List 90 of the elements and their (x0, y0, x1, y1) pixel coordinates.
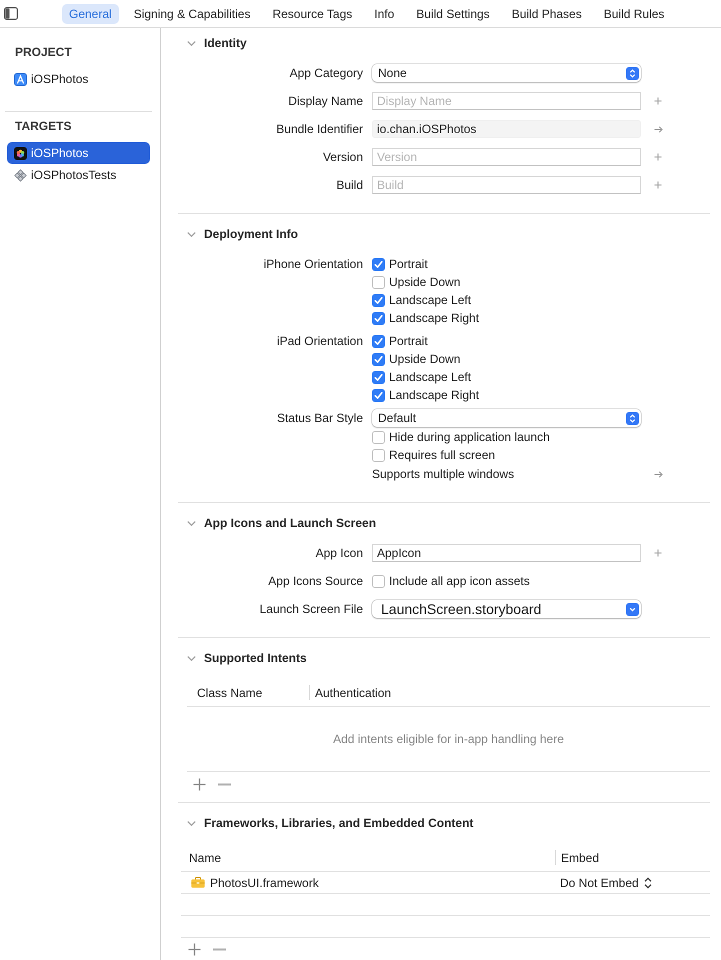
field-label: App Icons Source (268, 574, 363, 588)
toolbox-icon (191, 877, 205, 888)
up-down-chevron-icon (644, 876, 652, 888)
column-header[interactable]: Authentication (315, 686, 392, 700)
checkbox-label: Upside Down (389, 352, 460, 366)
checkbox[interactable] (372, 430, 385, 444)
checkbox[interactable] (372, 370, 385, 384)
checkbox-label: Landscape Right (389, 311, 480, 325)
field-label: Build (336, 178, 363, 192)
minus-icon[interactable] (218, 782, 231, 786)
sidebar-item[interactable]: iOSPhotos (7, 142, 150, 164)
field-label: Status Bar Style (276, 411, 363, 425)
tab[interactable]: Resource Tags (265, 4, 360, 24)
checkbox-label: Upside Down (389, 275, 460, 289)
field-label: iPad Orientation (276, 334, 363, 348)
up-down-chevron-icon (626, 412, 639, 424)
flower-tile-icon (14, 146, 27, 160)
chevron-down-icon[interactable] (626, 602, 639, 616)
sidebar-item[interactable]: iOSPhotosTests (7, 164, 150, 186)
popup-button[interactable]: None (372, 64, 641, 82)
checkbox-label: Include all app icon assets (389, 574, 530, 588)
arrow-right-icon[interactable] (654, 126, 662, 132)
checkbox-label: Landscape Left (389, 293, 472, 307)
plus-icon[interactable] (654, 181, 662, 189)
popup-button[interactable]: Default (372, 409, 641, 427)
checkbox[interactable] (372, 258, 385, 270)
checkbox[interactable] (372, 352, 385, 366)
plus-icon[interactable] (654, 549, 662, 557)
field-label: App Category (290, 66, 363, 80)
checkbox-label: Requires full screen (389, 448, 496, 462)
column-header[interactable]: Name (189, 850, 222, 864)
column-header[interactable]: Embed (561, 850, 600, 864)
field-label: App Icon (316, 546, 363, 560)
section-title: Frameworks, Libraries, and Embedded Content (204, 816, 474, 830)
checkbox[interactable] (372, 334, 385, 348)
section-title: Deployment Info (204, 227, 298, 241)
checkbox[interactable] (372, 294, 385, 306)
chevron-down-icon[interactable] (187, 230, 196, 238)
arrow-right-icon[interactable] (654, 470, 662, 478)
checkbox-label: Hide during application launch (389, 430, 550, 444)
checkbox[interactable] (372, 388, 385, 402)
sidebar-toggle-icon[interactable] (4, 7, 18, 20)
plus-icon[interactable] (193, 778, 206, 790)
text-field[interactable]: io.chan.iOSPhotos (372, 120, 641, 138)
section-title: App Icons and Launch Screen (204, 516, 376, 530)
field-label: Bundle Identifier (276, 122, 363, 136)
minus-icon[interactable] (213, 948, 226, 951)
table-cell: PhotosUI.framework (210, 876, 319, 890)
chevron-down-icon[interactable] (187, 38, 196, 48)
tab[interactable]: Build Phases (504, 4, 589, 24)
checkbox-label: Landscape Left (389, 370, 472, 384)
diamond-icon (14, 168, 27, 182)
sidebar-item[interactable]: iOSPhotos (7, 68, 150, 90)
section-title: Identity (204, 36, 247, 50)
field-label: iPhone Orientation (264, 257, 363, 271)
letter-a-tile-icon (14, 72, 27, 86)
combo-box[interactable]: LaunchScreen.storyboard (372, 600, 641, 618)
field-label: Version (322, 150, 363, 164)
sidebar-heading: PROJECT (14, 45, 73, 59)
text-field[interactable]: Version (372, 148, 641, 166)
text-field[interactable]: Build (372, 176, 641, 194)
checkbox[interactable] (372, 448, 385, 462)
column-header[interactable]: Class Name (197, 686, 262, 700)
text-field[interactable]: Display Name (372, 92, 641, 110)
checkbox[interactable] (372, 276, 385, 288)
tab[interactable]: General (62, 4, 119, 24)
up-down-chevron-icon (626, 66, 639, 80)
chevron-down-icon[interactable] (187, 518, 196, 528)
chevron-down-icon[interactable] (187, 818, 196, 828)
embed-popup[interactable]: Do Not Embed (560, 876, 652, 890)
plus-icon[interactable] (654, 97, 662, 105)
sidebar-heading: TARGETS (14, 119, 72, 133)
empty-message: Add intents eligible for in-app handling here (333, 732, 564, 746)
plus-icon[interactable] (188, 943, 201, 956)
field-label: Display Name (288, 94, 363, 108)
checkbox[interactable] (372, 312, 385, 324)
checkbox-label: Landscape Right (389, 388, 480, 402)
text-field[interactable]: AppIcon (372, 544, 641, 562)
plus-icon[interactable] (654, 153, 662, 161)
chevron-down-icon[interactable] (187, 654, 196, 662)
setting-link[interactable]: Supports multiple windows (372, 467, 514, 481)
tab[interactable]: Build Settings (409, 4, 497, 24)
tab[interactable]: Signing & Capabilities (126, 4, 258, 24)
tab[interactable]: Info (367, 4, 402, 24)
checkbox[interactable] (372, 574, 385, 588)
checkbox-label: Portrait (389, 257, 428, 271)
tab[interactable]: Build Rules (596, 4, 672, 24)
section-title: Supported Intents (204, 651, 307, 665)
field-label: Launch Screen File (260, 602, 363, 616)
checkbox-label: Portrait (389, 334, 428, 348)
